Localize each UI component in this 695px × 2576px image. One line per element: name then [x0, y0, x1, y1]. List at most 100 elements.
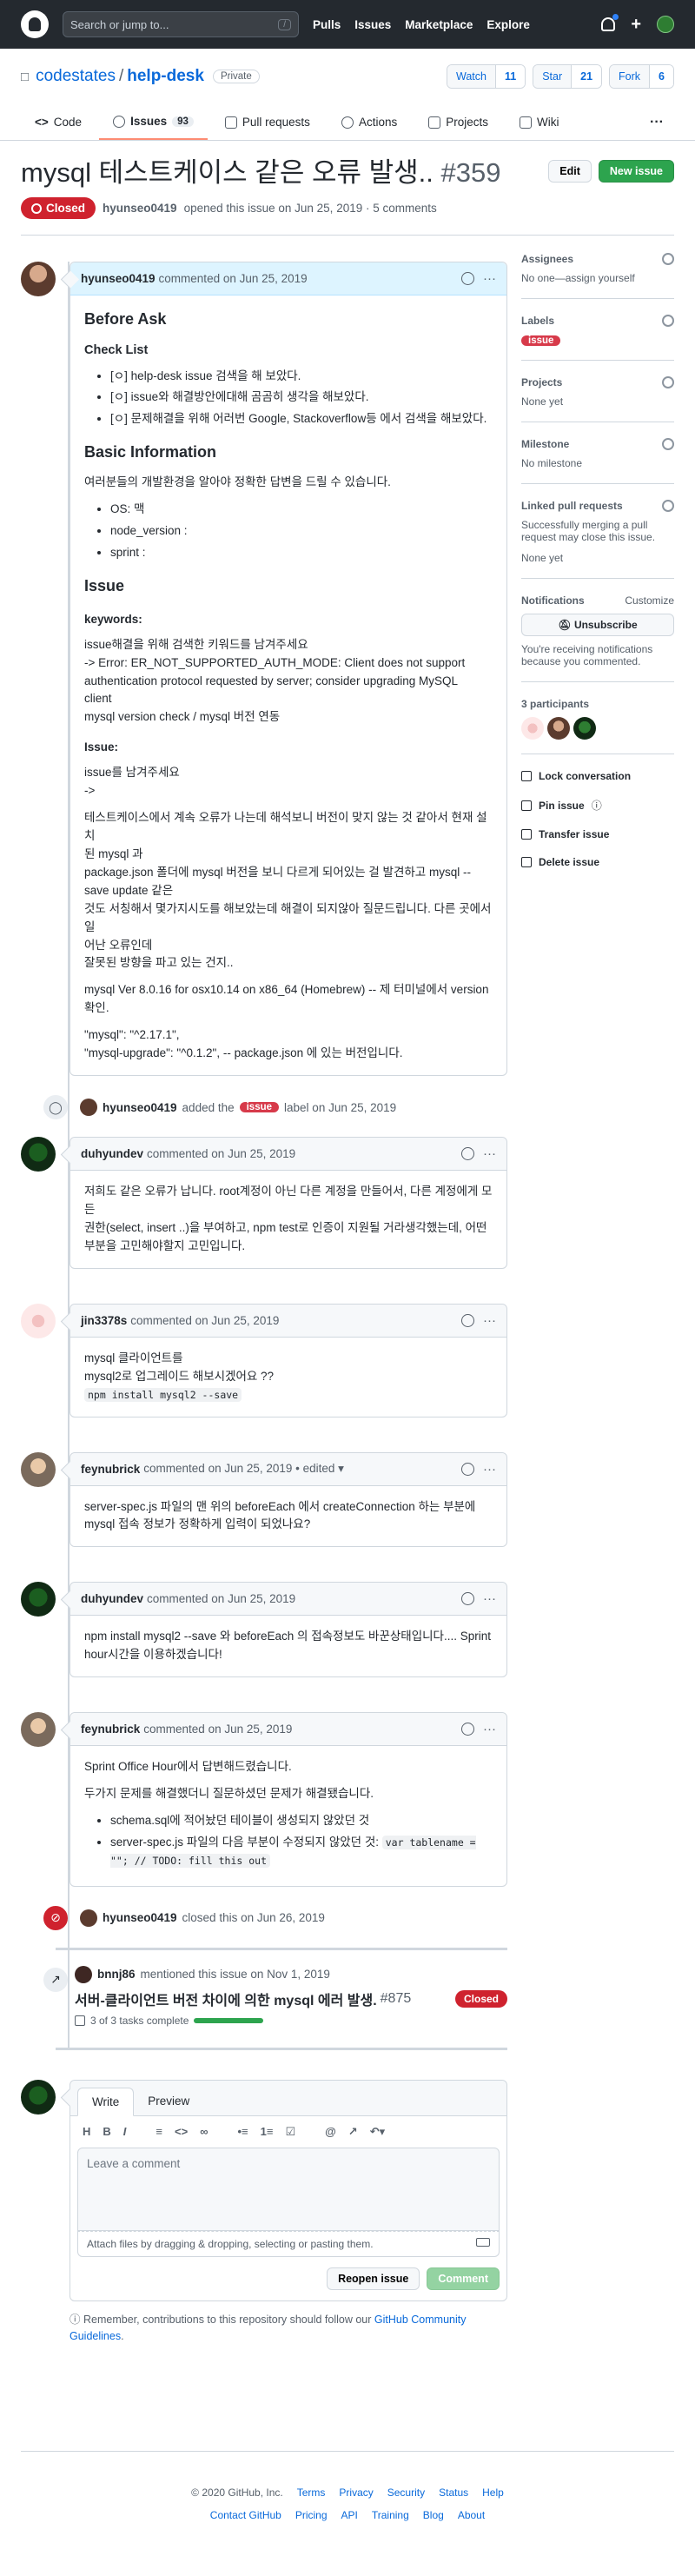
kebab-icon[interactable]: ···	[483, 1722, 496, 1736]
footer-link[interactable]: Contact GitHub	[210, 2509, 281, 2521]
gear-icon[interactable]	[662, 438, 674, 451]
star-count[interactable]: 21	[571, 65, 602, 88]
add-reaction-icon[interactable]	[461, 1723, 474, 1736]
heading-icon[interactable]: H	[83, 2125, 90, 2139]
issue-author-link[interactable]: hyunseo0419	[103, 202, 177, 215]
comment-textarea[interactable]: Leave a comment	[77, 2147, 500, 2231]
star-button[interactable]: Star 21	[533, 64, 603, 89]
comment-author[interactable]: duhyundev	[81, 1147, 143, 1160]
gear-icon[interactable]	[662, 500, 674, 513]
kebab-icon[interactable]: ···	[483, 1462, 496, 1477]
edit-title-button[interactable]: Edit	[548, 160, 592, 183]
avatar[interactable]	[75, 1965, 92, 1983]
referenced-issue-link[interactable]: 서버-클라이언트 버전 차이에 의한 mysql 에러 발생.	[75, 1988, 377, 2009]
sidebar-heading[interactable]: Milestone	[521, 438, 674, 451]
nav-marketplace-link[interactable]: Marketplace	[405, 18, 473, 31]
transfer-issue-button[interactable]: Transfer issue	[521, 821, 674, 849]
watch-count[interactable]: 11	[494, 65, 526, 88]
comment-date[interactable]: commented on Jun 25, 2019	[147, 1592, 295, 1605]
gear-icon[interactable]	[662, 253, 674, 266]
avatar[interactable]	[80, 1909, 97, 1927]
avatar[interactable]	[21, 262, 56, 297]
tab-write[interactable]: Write	[77, 2087, 135, 2116]
gear-icon[interactable]	[662, 376, 674, 389]
comment-author[interactable]: hyunseo0419	[81, 272, 156, 285]
issue-label-badge[interactable]: issue	[239, 1102, 280, 1113]
kebab-icon[interactable]: ···	[483, 1313, 496, 1328]
kebab-icon[interactable]: ···	[483, 271, 496, 286]
nav-issues-link[interactable]: Issues	[354, 18, 391, 31]
sidebar-heading[interactable]: Assignees	[521, 253, 674, 266]
avatar[interactable]	[573, 717, 596, 740]
add-reaction-icon[interactable]	[461, 1592, 474, 1606]
kebab-icon[interactable]: ···	[483, 1146, 496, 1161]
footer-link[interactable]: About	[458, 2509, 485, 2521]
bold-icon[interactable]: B	[103, 2125, 110, 2139]
avatar[interactable]	[21, 1712, 56, 1748]
comment-date[interactable]: commented on Jun 25, 2019	[143, 1723, 292, 1736]
bulleted-list-icon[interactable]: •≡	[237, 2125, 248, 2139]
more-tabs-kebab-icon[interactable]: ···	[639, 106, 674, 140]
unsubscribe-button[interactable]: 🔕︎ Unsubscribe	[521, 614, 674, 637]
add-reaction-icon[interactable]	[461, 1147, 474, 1161]
tab-pull-requests[interactable]: Pull requests	[211, 106, 324, 140]
footer-link[interactable]: Status	[439, 2486, 468, 2499]
link-icon[interactable]: ∞	[200, 2125, 208, 2139]
sidebar-heading[interactable]: Projects	[521, 376, 674, 389]
lock-conversation-button[interactable]: Lock conversation	[521, 763, 674, 791]
cross-reference-icon[interactable]: ↗	[348, 2125, 358, 2139]
repo-owner-link[interactable]: codestates	[36, 67, 116, 86]
notification-bell-icon[interactable]	[601, 14, 619, 31]
issue-label-badge[interactable]: issue	[521, 335, 561, 347]
comment-date[interactable]: commented on Jun 25, 2019	[159, 272, 308, 285]
nav-explore-link[interactable]: Explore	[486, 18, 530, 31]
sidebar-heading[interactable]: Labels	[521, 315, 674, 328]
italic-icon[interactable]: I	[123, 2125, 127, 2139]
tab-preview[interactable]: Preview	[134, 2088, 203, 2115]
gear-icon[interactable]	[662, 315, 674, 328]
markdown-icon[interactable]	[476, 2237, 490, 2247]
add-reaction-icon[interactable]	[461, 1462, 474, 1476]
watch-button[interactable]: Watch 11	[447, 64, 526, 89]
footer-link[interactable]: Security	[387, 2486, 425, 2499]
avatar[interactable]	[80, 1099, 97, 1117]
comment-date[interactable]: commented on Jun 25, 2019 • edited ▾	[143, 1462, 344, 1476]
reopen-issue-button[interactable]: Reopen issue	[327, 2267, 420, 2290]
footer-link[interactable]: Pricing	[295, 2509, 328, 2521]
quote-icon[interactable]: ≡	[156, 2125, 162, 2139]
kebab-icon[interactable]: ···	[483, 1591, 496, 1606]
assignees-value[interactable]: No one—assign yourself	[521, 272, 674, 284]
tab-projects[interactable]: Projects	[414, 106, 502, 140]
avatar[interactable]	[521, 717, 544, 740]
event-actor[interactable]: hyunseo0419	[103, 1101, 177, 1114]
avatar[interactable]	[21, 1582, 56, 1617]
customize-link[interactable]: Customize	[625, 594, 674, 607]
event-actor[interactable]: hyunseo0419	[103, 1911, 177, 1924]
fork-count[interactable]: 6	[649, 65, 673, 88]
nav-pulls-link[interactable]: Pulls	[313, 18, 341, 31]
comment-button[interactable]: Comment	[427, 2267, 500, 2290]
footer-link[interactable]: Training	[372, 2509, 409, 2521]
user-avatar-menu[interactable]	[657, 16, 674, 33]
avatar[interactable]	[21, 1451, 56, 1487]
new-issue-button[interactable]: New issue	[598, 160, 674, 183]
footer-link[interactable]: API	[341, 2509, 358, 2521]
footer-link[interactable]: Privacy	[339, 2486, 373, 2499]
event-actor[interactable]: bnnj86	[97, 1968, 136, 1981]
attach-files-area[interactable]: Attach files by dragging & dropping, sel…	[77, 2230, 500, 2257]
tab-wiki[interactable]: Wiki	[506, 106, 573, 140]
sidebar-heading[interactable]: Linked pull requests	[521, 500, 674, 513]
add-reaction-icon[interactable]	[461, 1313, 474, 1327]
comment-author[interactable]: feynubrick	[81, 1723, 140, 1736]
github-logo-icon[interactable]	[21, 10, 49, 38]
mention-icon[interactable]: @	[325, 2125, 336, 2139]
task-list-icon[interactable]: ☑	[285, 2125, 295, 2139]
avatar[interactable]	[21, 1303, 56, 1338]
search-input[interactable]: Search or jump to... /	[63, 11, 299, 37]
avatar[interactable]	[547, 717, 570, 740]
add-reaction-icon[interactable]	[461, 272, 474, 286]
avatar[interactable]	[21, 1137, 56, 1172]
tab-actions[interactable]: Actions	[328, 106, 411, 140]
footer-link[interactable]: Help	[482, 2486, 504, 2499]
comment-date[interactable]: commented on Jun 25, 2019	[130, 1314, 279, 1327]
